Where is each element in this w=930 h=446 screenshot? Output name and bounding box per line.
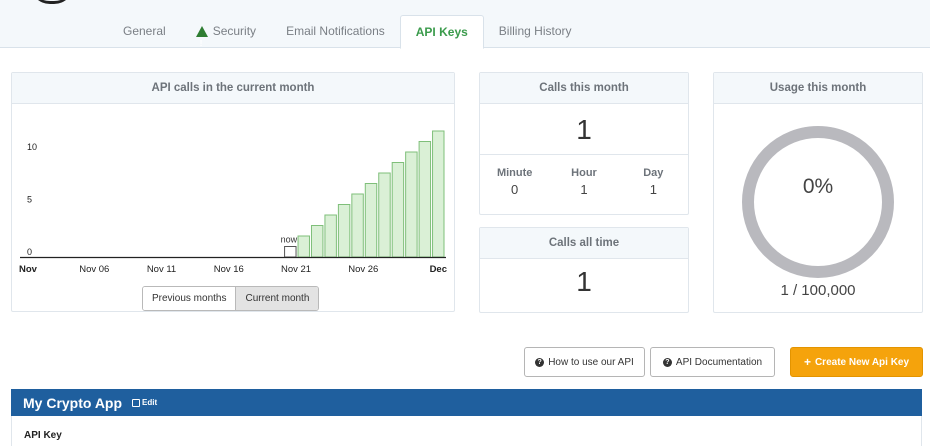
y-tick-label: 0: [27, 247, 32, 257]
app-header: My Crypto App Edit: [11, 389, 922, 416]
day-stat: Day 1: [619, 167, 688, 197]
previous-months-button[interactable]: Previous months: [143, 287, 236, 310]
chart-bar: [284, 246, 297, 258]
y-tick-label: 10: [27, 142, 37, 152]
y-tick-label: 5: [27, 195, 32, 205]
chart-bar: [418, 141, 432, 258]
hour-stat: Hour 1: [549, 167, 618, 197]
how-to-use-api-button[interactable]: ? How to use our API: [524, 347, 645, 377]
tab-label: General: [123, 24, 166, 38]
chart-bar: [364, 183, 378, 258]
x-tick-label: Nov 26: [348, 264, 378, 275]
api-calls-chart: 0 5 10 now Nov Nov 06 Nov 11 Nov 16 Nov 21 Nov 26…: [19, 130, 447, 275]
edit-app-link[interactable]: Edit: [132, 398, 157, 407]
api-calls-chart-panel: API calls in the current month 0 5 10 now No…: [11, 72, 455, 312]
edit-label: Edit: [142, 398, 158, 407]
calls-this-month-value: 1: [576, 114, 592, 145]
api-key-section: API Key: [11, 416, 922, 446]
calls-all-time-value: 1: [576, 266, 592, 297]
tab-label: Billing History: [498, 24, 572, 38]
chart-bar: [405, 151, 418, 258]
api-documentation-label: API Documentation: [675, 356, 763, 368]
minute-value: 0: [511, 182, 519, 197]
api-key-label: API Key: [24, 430, 62, 441]
create-api-key-label: Create New Api Key: [814, 356, 910, 368]
question-icon: ?: [535, 357, 545, 367]
settings-tabs: General Security Email Notifications API…: [108, 15, 587, 60]
chart-bar: [351, 193, 364, 258]
hour-label: Hour: [571, 167, 597, 179]
chart-bar: [297, 235, 310, 258]
api-documentation-button[interactable]: ? API Documentation: [650, 347, 775, 377]
chart-bar: [310, 225, 324, 258]
calls-all-time-panel: Calls all time 1: [479, 227, 689, 313]
chart-bar: [391, 162, 405, 258]
usage-percent: 0%: [802, 175, 834, 198]
how-to-use-api-label: How to use our API: [548, 356, 634, 368]
app-name: My Crypto App: [23, 394, 123, 411]
calls-breakdown: Minute 0 Hour 1 Day 1: [480, 154, 688, 197]
now-annotation: now: [281, 235, 298, 245]
day-value: 1: [649, 182, 657, 197]
range-toggle: Previous months Current month: [142, 286, 320, 311]
x-tick-label: Nov 21: [281, 264, 311, 275]
tab-label: Security: [212, 24, 257, 38]
minute-label: Minute: [496, 167, 533, 179]
tab-general[interactable]: General: [108, 15, 181, 48]
chart-bar: [378, 172, 391, 258]
tab-email-notifications[interactable]: Email Notifications: [271, 15, 400, 48]
current-month-button[interactable]: Current month: [235, 287, 319, 310]
tab-security[interactable]: Security: [181, 15, 271, 60]
tab-label: API Keys: [415, 24, 468, 39]
day-label: Day: [643, 167, 664, 179]
chart-bar: [337, 204, 351, 258]
calls-all-time-title: Calls all time: [480, 228, 688, 259]
tab-billing-history[interactable]: Billing History: [484, 15, 587, 48]
calls-this-month-title: Calls this month: [480, 73, 688, 104]
chart-bar: [432, 130, 445, 258]
plus-icon: +: [803, 355, 811, 369]
x-tick-label: Nov: [19, 264, 38, 275]
logo: [30, 0, 74, 4]
minute-stat: Minute 0: [480, 167, 549, 197]
x-tick-label: Nov 06: [79, 264, 109, 275]
usage-count: 1 / 100,000: [780, 282, 856, 299]
x-tick-label: Nov 11: [147, 264, 176, 275]
chart-bar: [324, 214, 337, 258]
usage-this-month-panel: Usage this month 0% 1 / 100,000: [713, 72, 923, 313]
usage-gauge: [742, 126, 894, 278]
chart-panel-title: API calls in the current month: [12, 73, 454, 104]
tab-api-keys[interactable]: API Keys: [399, 15, 484, 49]
calls-this-month-panel: Calls this month 1 Minute 0 Hour 1 Day 1: [479, 72, 689, 215]
warning-icon: [195, 26, 208, 60]
tab-label: Email Notifications: [286, 24, 385, 38]
usage-title: Usage this month: [714, 73, 922, 104]
question-icon: ?: [662, 357, 672, 367]
x-tick-label: Nov 16: [214, 264, 244, 275]
top-navigation-bar: General Security Email Notifications API…: [0, 0, 930, 60]
create-api-key-button[interactable]: + Create New Api Key: [790, 347, 923, 377]
x-tick-label: Dec: [430, 264, 447, 275]
hour-value: 1: [580, 182, 588, 197]
edit-icon: [132, 398, 141, 407]
